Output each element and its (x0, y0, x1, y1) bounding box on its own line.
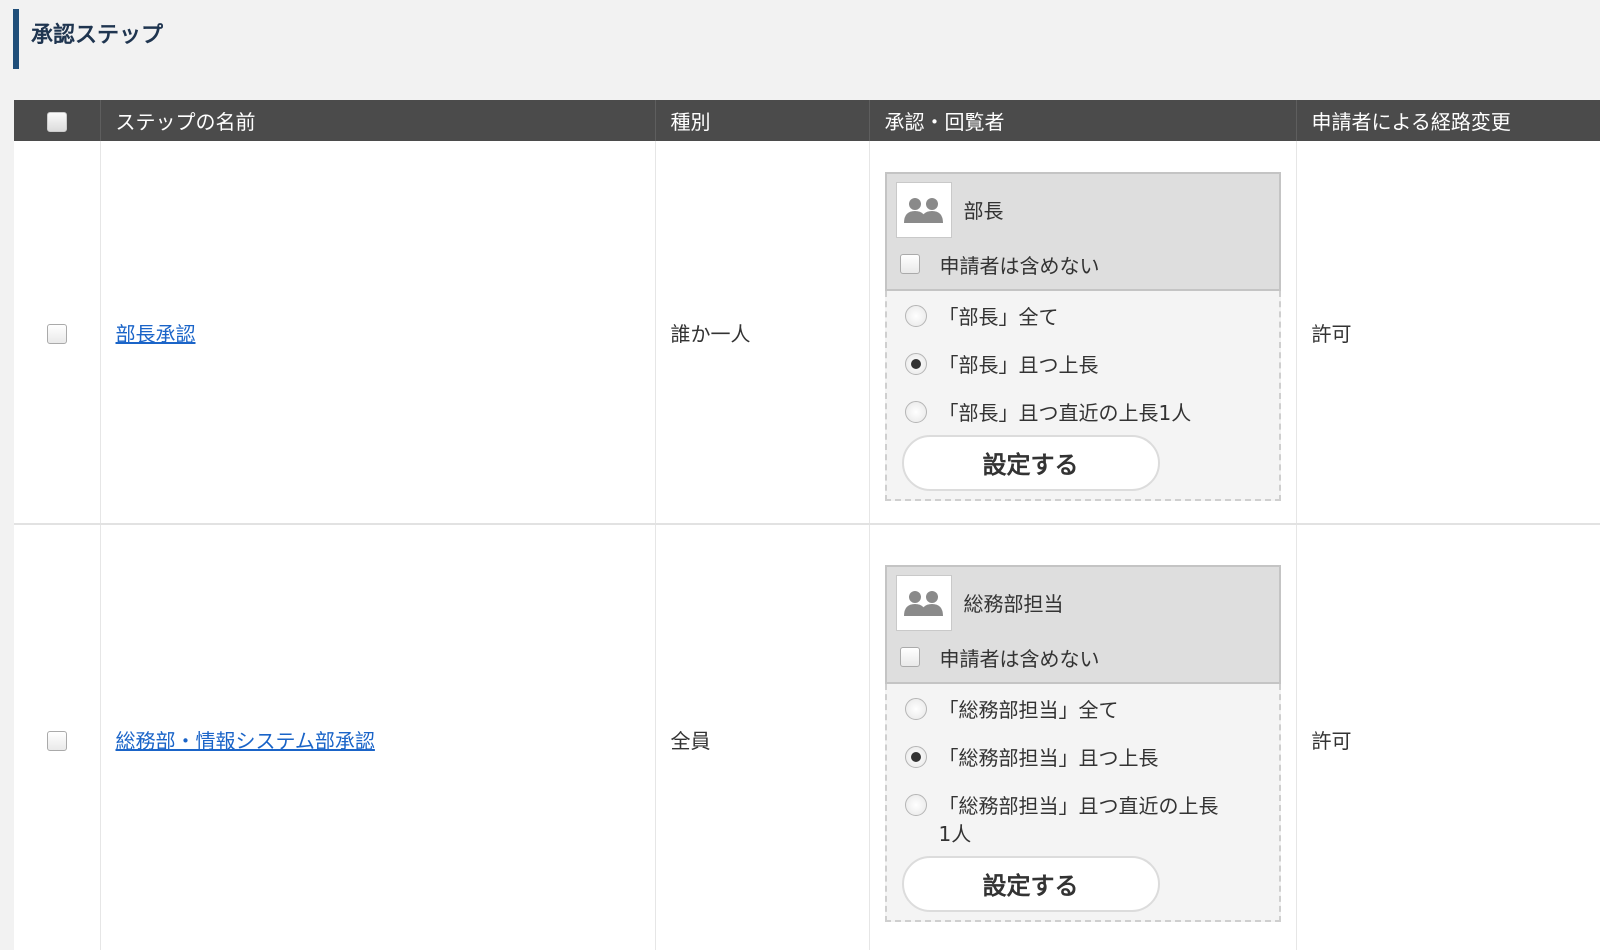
header-route-change[interactable]: 申請者による経路変更 (1296, 100, 1600, 141)
header-step-name[interactable]: ステップの名前 (100, 100, 656, 141)
select-all-cell (14, 100, 101, 141)
exclude-applicant-label: 申請者は含めない (939, 646, 1100, 671)
approver-box: 部長 申請者は含めない 「部長」全て 「部長」且つ上長 「部長」且つ直近の上長1… (884, 171, 1281, 501)
approver-option[interactable]: 「総務部担当」且つ直近の上長1人 (902, 792, 1264, 848)
option-radio-selected[interactable] (904, 745, 927, 768)
approver-box: 総務部担当 申請者は含めない 「総務部担当」全て 「総務部担当」且つ上長 「総務… (884, 564, 1281, 922)
approver-option[interactable]: 「総務部担当」全て (902, 696, 1264, 724)
header-type[interactable]: 種別 (655, 100, 870, 141)
step-type: 全員 (655, 524, 870, 950)
set-button[interactable]: 設定する (901, 434, 1160, 491)
exclude-applicant-checkbox[interactable] (899, 254, 920, 274)
header-approvers[interactable]: 承認・回覧者 (869, 100, 1297, 141)
approver-group-header: 総務部担当 申請者は含めない (884, 564, 1281, 684)
route-change-value: 許可 (1296, 141, 1600, 525)
option-label: 「部長」全て (938, 304, 1059, 329)
row-select-cell (14, 524, 101, 950)
step-name-cell: 総務部・情報システム部承認 (100, 524, 656, 950)
section-title: 承認ステップ (13, 9, 163, 69)
group-name: 部長 (963, 199, 1004, 223)
row-checkbox[interactable] (46, 323, 67, 344)
approver-group-header: 部長 申請者は含めない (884, 171, 1281, 291)
exclude-applicant-checkbox[interactable] (899, 647, 920, 667)
row-checkbox[interactable] (46, 730, 67, 751)
row-select-cell (14, 141, 101, 525)
group-avatar-icon (895, 574, 952, 631)
approver-cell: 総務部担当 申請者は含めない 「総務部担当」全て 「総務部担当」且つ上長 「総務… (869, 524, 1297, 950)
option-label: 「総務部担当」全て (938, 697, 1119, 722)
approver-option[interactable]: 「総務部担当」且つ上長 (902, 744, 1264, 772)
group-avatar-icon (895, 181, 952, 238)
select-all-checkbox[interactable] (46, 112, 67, 132)
approver-option[interactable]: 「部長」且つ上長 (902, 351, 1264, 379)
option-radio[interactable] (904, 304, 927, 327)
option-label: 「総務部担当」且つ上長 (938, 745, 1159, 770)
option-radio[interactable] (904, 400, 927, 423)
approver-cell: 部長 申請者は含めない 「部長」全て 「部長」且つ上長 「部長」且つ直近の上長1… (869, 141, 1297, 525)
approval-steps-table: ステップの名前 種別 承認・回覧者 申請者による経路変更 部長承認 誰か一人 部… (14, 100, 1600, 950)
route-change-value: 許可 (1296, 524, 1600, 950)
option-label: 「部長」且つ直近の上長1人 (938, 400, 1192, 425)
table-row: 部長承認 誰か一人 部長 申請者は含めない 「部長」全て 「部長」且つ上長 「部… (14, 141, 1600, 525)
step-name-cell: 部長承認 (100, 141, 656, 525)
set-button[interactable]: 設定する (901, 855, 1160, 912)
option-radio[interactable] (904, 793, 927, 816)
approver-options: 「部長」全て 「部長」且つ上長 「部長」且つ直近の上長1人 設定する (884, 290, 1281, 501)
approver-option[interactable]: 「部長」且つ直近の上長1人 (902, 399, 1264, 427)
group-name: 総務部担当 (963, 592, 1064, 616)
step-name-link[interactable]: 総務部・情報システム部承認 (116, 729, 375, 753)
step-name-link[interactable]: 部長承認 (116, 322, 196, 346)
approver-option[interactable]: 「部長」全て (902, 303, 1264, 331)
option-label: 「総務部担当」且つ直近の上長1人 (938, 793, 1219, 846)
option-label: 「部長」且つ上長 (938, 352, 1099, 377)
table-header-row: ステップの名前 種別 承認・回覧者 申請者による経路変更 (14, 100, 1600, 141)
exclude-applicant-label: 申請者は含めない (939, 253, 1100, 278)
option-radio-selected[interactable] (904, 352, 927, 375)
step-type: 誰か一人 (655, 141, 870, 525)
table-row: 総務部・情報システム部承認 全員 総務部担当 申請者は含めない 「総務部担当」全… (14, 524, 1600, 950)
option-radio[interactable] (904, 697, 927, 720)
approver-options: 「総務部担当」全て 「総務部担当」且つ上長 「総務部担当」且つ直近の上長1人 設… (884, 683, 1281, 922)
